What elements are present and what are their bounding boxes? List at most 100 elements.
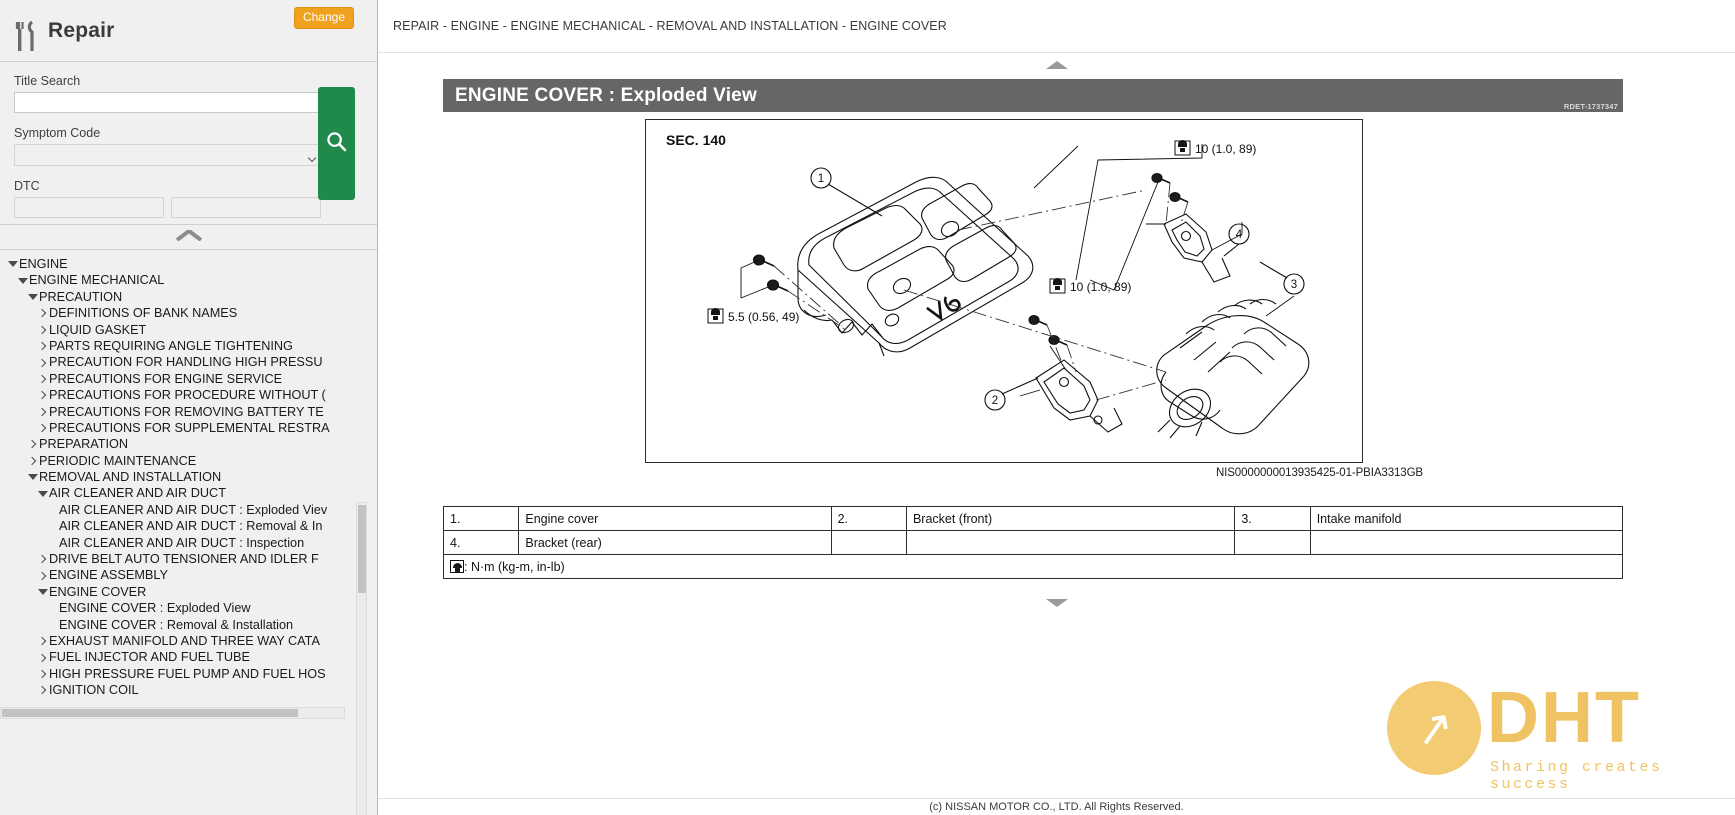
sidebar-header: Repair Change — [0, 0, 377, 62]
part-number-cell: 3. — [1234, 506, 1311, 531]
change-button[interactable]: Change — [293, 7, 354, 30]
svg-text:1: 1 — [818, 173, 824, 185]
part-name-cell: Bracket (rear) — [518, 530, 832, 555]
part-name-cell — [905, 530, 1236, 555]
tree-item[interactable]: EXHAUST MANIFOLD AND THREE WAY CATA — [0, 633, 358, 649]
part-number-cell — [1234, 530, 1311, 555]
figure-sec-label: SEC. 140 — [666, 132, 726, 148]
tree-item[interactable]: FUEL INJECTOR AND FUEL TUBE — [0, 649, 358, 665]
tree-item[interactable]: ENGINE COVER : Removal & Installation — [0, 617, 358, 633]
tree-item-label: EXHAUST MANIFOLD AND THREE WAY CATA — [49, 633, 320, 648]
symptom-code-select[interactable] — [14, 144, 324, 166]
sidebar: Repair Change Title Search Symptom Code … — [0, 0, 378, 815]
tree-item[interactable]: PRECAUTIONS FOR REMOVING BATTERY TE — [0, 404, 358, 420]
chevron-right-icon — [36, 309, 49, 318]
tree-item[interactable]: ENGINE COVER — [0, 584, 358, 600]
sidebar-horizontal-scroll-thumb[interactable] — [2, 709, 298, 717]
tree-item[interactable]: PRECAUTIONS FOR PROCEDURE WITHOUT ( — [0, 387, 358, 403]
navigation-tree: ENGINE ENGINE MECHANICAL PRECAUTION DEFINIT… — [0, 249, 377, 815]
tree-item-label: DEFINITIONS OF BANK NAMES — [49, 306, 238, 321]
triangle-down-icon — [16, 277, 29, 284]
tree-item[interactable]: AIR CLEANER AND AIR DUCT — [0, 485, 358, 501]
tree-item[interactable]: AIR CLEANER AND AIR DUCT : Exploded Viev — [0, 502, 358, 518]
svg-text:4: 4 — [1236, 229, 1243, 241]
table-row: 1. Engine cover 2. Bracket (front) 3. Intake … — [442, 506, 1624, 531]
chevron-up-icon — [175, 228, 202, 246]
chevron-right-icon — [36, 423, 49, 433]
part-name-cell — [1309, 530, 1624, 555]
torque-unit-note: : N·m (kg-m, in-lb) — [443, 554, 1623, 579]
title-search-input[interactable] — [14, 92, 324, 113]
tree-item[interactable]: DEFINITIONS OF BANK NAMES — [0, 305, 358, 321]
tree-item-label: ENGINE COVER — [49, 584, 147, 599]
part-number-cell: 4. — [442, 530, 520, 555]
tree-item[interactable]: DRIVE BELT AUTO TENSIONER AND IDLER F — [0, 551, 358, 567]
watermark-tagline: Sharing creates success — [1490, 759, 1663, 793]
symptom-code-label: Symptom Code — [14, 126, 101, 140]
tree-item[interactable]: PRECAUTIONS FOR SUPPLEMENTAL RESTRA — [0, 420, 358, 436]
tree-item[interactable]: ENGINE COVER : Exploded View — [0, 600, 358, 616]
tree-item-label: DRIVE BELT AUTO TENSIONER AND IDLER F — [49, 552, 319, 567]
triangle-down-icon — [26, 474, 39, 481]
part-number-cell: 2. — [830, 506, 907, 531]
triangle-down-icon — [26, 293, 39, 300]
part-number-cell — [830, 530, 907, 555]
exploded-view-drawing: 1 2 3 4 5.5 (0.56, 49) 10 (1.0, 89) 10 (… — [707, 140, 1310, 439]
tree-item-label: ENGINE — [19, 257, 68, 271]
tree-item[interactable]: IGNITION COIL — [0, 682, 358, 698]
tree-item[interactable]: AIR CLEANER AND AIR DUCT : Removal & In — [0, 518, 358, 534]
wrench-screwdriver-icon — [14, 20, 40, 54]
tree-item-label: ENGINE ASSEMBLY — [49, 568, 168, 583]
svg-text:10 (1.0, 89): 10 (1.0, 89) — [1195, 142, 1256, 156]
chevron-right-icon — [36, 669, 49, 679]
tree-item[interactable]: PRECAUTIONS FOR ENGINE SERVICE — [0, 371, 358, 387]
application-window: Repair Change Title Search Symptom Code … — [0, 0, 1735, 815]
chevron-right-icon — [36, 374, 49, 384]
tree-item[interactable]: PREPARATION — [0, 436, 358, 452]
chevron-up-icon — [1045, 61, 1068, 69]
sidebar-vertical-scrollbar[interactable] — [356, 502, 367, 815]
tree-item-label: PERIODIC MAINTENANCE — [39, 453, 197, 468]
tree-item[interactable]: ENGINE — [0, 256, 358, 272]
triangle-down-icon — [36, 490, 49, 497]
tree-item[interactable]: PERIODIC MAINTENANCE — [0, 453, 358, 469]
tree-item[interactable]: ENGINE ASSEMBLY — [0, 567, 358, 583]
triangle-down-icon — [6, 261, 19, 268]
tree-item[interactable]: REMOVAL AND INSTALLATION — [0, 469, 358, 485]
document-code: RDET-1737347 — [1563, 102, 1618, 111]
tree-item-label: HIGH PRESSURE FUEL PUMP AND FUEL HOS — [49, 666, 326, 681]
tree-item[interactable]: AIR CLEANER AND AIR DUCT : Inspection — [0, 535, 358, 551]
dtc-input-1[interactable] — [14, 197, 164, 218]
chevron-down-icon — [1045, 599, 1068, 607]
tree-item-label: AIR CLEANER AND AIR DUCT : Removal & In — [59, 519, 323, 534]
tree-item[interactable]: PARTS REQUIRING ANGLE TIGHTENING — [0, 338, 358, 354]
main-content: REPAIR - ENGINE - ENGINE MECHANICAL - RE… — [378, 0, 1735, 815]
tree-item-label: PRECAUTIONS FOR REMOVING BATTERY TE — [49, 404, 324, 419]
tree-item-label: ENGINE COVER : Removal & Installation — [59, 617, 294, 632]
tree-item[interactable]: ENGINE MECHANICAL — [0, 272, 358, 288]
tree-item[interactable]: PRECAUTION FOR HANDLING HIGH PRESSU — [0, 354, 358, 370]
part-name-cell: Intake manifold — [1309, 506, 1624, 531]
scroll-down-button[interactable] — [378, 591, 1735, 609]
watermark: ↗ DHT Sharing creates success — [1387, 675, 1717, 795]
scroll-up-button[interactable] — [378, 53, 1735, 71]
dtc-label: DTC — [14, 179, 40, 193]
sidebar-collapse-toggle[interactable] — [0, 225, 377, 249]
chevron-right-icon — [36, 686, 49, 695]
tree-item[interactable]: PRECAUTION — [0, 289, 358, 305]
chevron-right-icon — [36, 636, 49, 646]
tree-item[interactable]: HIGH PRESSURE FUEL PUMP AND FUEL HOS — [0, 666, 358, 682]
dtc-input-2[interactable] — [171, 197, 321, 218]
watermark-brand: DHT — [1487, 678, 1641, 758]
part-number-cell: 1. — [442, 506, 520, 531]
sidebar-horizontal-scrollbar[interactable] — [0, 707, 345, 719]
tree-item-label: FUEL INJECTOR AND FUEL TUBE — [49, 650, 250, 665]
exploded-view-figure: SEC. 140 1 2 3 4 5.5 (0.56, 49) 10 (1.0,… — [645, 119, 1363, 463]
sidebar-vertical-scroll-thumb[interactable] — [358, 505, 366, 593]
torque-unit-text: : N·m (kg-m, in-lb) — [464, 559, 565, 574]
triangle-down-icon — [36, 589, 49, 595]
tree-item-label: PRECAUTIONS FOR SUPPLEMENTAL RESTRA — [49, 420, 330, 435]
tree-item[interactable]: LIQUID GASKET — [0, 322, 358, 338]
section-title-bar: ENGINE COVER : Exploded View RDET-173734… — [443, 79, 1623, 112]
search-button[interactable] — [318, 87, 355, 200]
